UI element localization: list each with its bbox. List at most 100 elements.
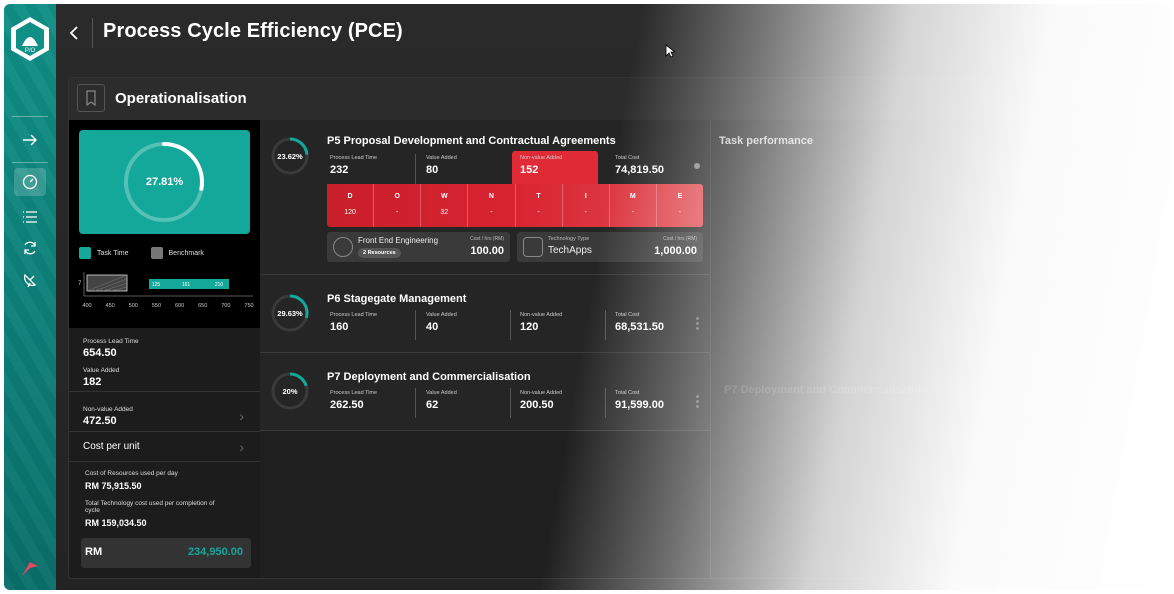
metric-divider <box>510 388 511 418</box>
sidebar-divider <box>12 116 48 117</box>
summary-column: 27.81% Task Time Benchmark 7 125 161 210… <box>69 120 260 578</box>
p6-more-icon[interactable] <box>696 317 700 332</box>
tech-cost-label: Total Technology cost used per completio… <box>85 500 215 514</box>
waste-value: - <box>678 209 682 216</box>
process-row-p6[interactable]: 29.63% P6 Stagegate Management Process L… <box>260 275 710 353</box>
operationalisation-panel: Operationalisation 27.81% Task Time Benc… <box>68 77 1158 579</box>
waste-letter: O <box>394 193 400 200</box>
metric-value: 62 <box>426 399 439 411</box>
p7-total-cost: Total Cost 91,599.00 <box>615 390 705 411</box>
tech-cost-value: RM 159,034.50 <box>85 518 147 528</box>
waste-cell-e: E- <box>657 184 703 227</box>
non-value-added-row[interactable]: Non-value Added 472.50 › <box>69 400 260 432</box>
metric-value: 232 <box>330 164 349 176</box>
p7-lead-time: Process Lead Time 262.50 <box>330 390 420 411</box>
p5-menu-icon[interactable] <box>694 163 700 169</box>
p5-waste-grid: D 120 O - W 32 N - T - I - M - E - <box>327 184 703 227</box>
metric-label: Process Lead Time <box>330 390 378 396</box>
waste-letter: T <box>536 193 541 200</box>
axis-tick-label: 650 <box>198 303 207 309</box>
p5-resource-card[interactable]: Front End Engineering 2 Resources Cost /… <box>327 232 510 262</box>
p6-title: P6 Stagegate Management <box>327 293 467 305</box>
metric-value: 152 <box>520 164 539 176</box>
waste-letter: E <box>677 193 683 200</box>
metric-divider <box>510 310 511 340</box>
metric-label: Total Cost <box>615 155 640 161</box>
resource-count-badge: 2 Resources <box>358 248 401 258</box>
chevron-right-icon: › <box>239 408 244 424</box>
resource-cost-label: Cost / hrs (RM) <box>470 236 504 242</box>
metric-value: 160 <box>330 321 349 333</box>
p6-non-value-added: Non-value Added 120 <box>520 312 610 333</box>
refresh-icon[interactable] <box>14 234 46 262</box>
waste-letter: M <box>629 193 636 200</box>
chevron-right-icon: › <box>239 439 244 455</box>
metric-value: 91,599.00 <box>615 399 664 411</box>
back-button[interactable] <box>64 22 84 44</box>
axis-tick-label: 600 <box>175 303 184 309</box>
metric-value: 74,819.50 <box>615 164 664 176</box>
axis-tick-label: 700 <box>221 303 230 309</box>
metric-divider <box>415 154 416 184</box>
cost-per-unit-row[interactable]: Cost per unit › <box>69 432 260 462</box>
waste-letter: N <box>488 193 494 200</box>
pce-donut-card: 27.81% <box>79 130 250 234</box>
gauge-icon[interactable] <box>14 168 46 196</box>
value-added-value: 182 <box>83 376 102 388</box>
faded-process-title: P7 Deployment and Commercialisation <box>724 384 928 396</box>
p7-title: P7 Deployment and Commercialisation <box>327 371 531 383</box>
metric-label: Non-value Added <box>520 390 563 396</box>
metric-divider <box>605 310 606 340</box>
process-row-p7[interactable]: 20% P7 Deployment and Commercialisation … <box>260 353 710 431</box>
arrow-right-icon[interactable] <box>14 126 46 154</box>
p5-value-added: Value Added 80 <box>426 155 516 176</box>
metric-value: 40 <box>426 321 439 333</box>
metric-divider <box>415 388 416 418</box>
resource-cost-value: 100.00 <box>470 245 504 257</box>
brand-mark-icon <box>22 562 38 576</box>
metric-label: Total Cost <box>615 390 640 396</box>
bar-value-3: 210 <box>215 282 224 288</box>
p7-more-icon[interactable] <box>696 395 700 410</box>
task-performance-panel <box>710 120 1157 578</box>
technology-name: TechApps <box>548 245 592 256</box>
satellite-icon[interactable] <box>14 266 46 294</box>
list-icon[interactable] <box>14 203 46 231</box>
metric-label: Value Added <box>426 390 457 396</box>
legend-task-time: Task Time <box>79 247 129 259</box>
lead-time-value: 654.50 <box>83 347 117 359</box>
total-currency-label: RM <box>85 546 103 558</box>
resource-name: Front End Engineering <box>358 236 439 245</box>
waste-value: - <box>490 209 493 216</box>
waste-value: - <box>631 209 634 216</box>
app-logo[interactable]: P/O <box>10 16 50 62</box>
waste-value: - <box>537 209 540 216</box>
metric-label: Process Lead Time <box>330 155 378 161</box>
pce-donut-value: 27.81% <box>145 176 184 188</box>
axis-tick-label: 400 <box>82 303 91 309</box>
cost-per-unit-label: Cost per unit <box>83 441 140 452</box>
p5-technology-card[interactable]: Technology Type TechApps Cost / hrs (RM)… <box>517 232 703 262</box>
non-value-added-label: Non-value Added <box>83 406 133 413</box>
panel-title: Operationalisation <box>115 90 247 107</box>
bar-value-2: 161 <box>182 282 191 288</box>
bookmark-button[interactable] <box>77 84 105 112</box>
waste-cell-o: O- <box>374 184 422 227</box>
process-row-p5[interactable]: 23.62% P5 Proposal Development and Contr… <box>260 120 710 275</box>
metric-divider <box>605 388 606 418</box>
metric-divider <box>415 310 416 340</box>
panel-header: Operationalisation <box>69 78 1157 120</box>
metric-label: Value Added <box>426 155 457 161</box>
task-performance-title: Task performance <box>719 135 813 147</box>
tech-cost-block: Total Technology cost used per completio… <box>85 500 215 528</box>
lead-time-block: Process Lead Time 654.50 Value Added 182 <box>69 328 260 392</box>
axis-tick-label: 550 <box>152 303 161 309</box>
legend-benchmark: Benchmark <box>150 247 204 259</box>
p5-pce-value: 23.62% <box>277 152 303 161</box>
bar-value-1: 125 <box>152 282 161 288</box>
metric-label: Non-value Added <box>520 312 563 318</box>
p5-title: P5 Proposal Development and Contractual … <box>327 135 616 147</box>
task-time-bar-chart: 7 125 161 210 400 450 500 550 600 650 700 750 <box>75 270 255 320</box>
metric-value: 68,531.50 <box>615 321 664 333</box>
chevron-left-icon <box>69 26 78 40</box>
